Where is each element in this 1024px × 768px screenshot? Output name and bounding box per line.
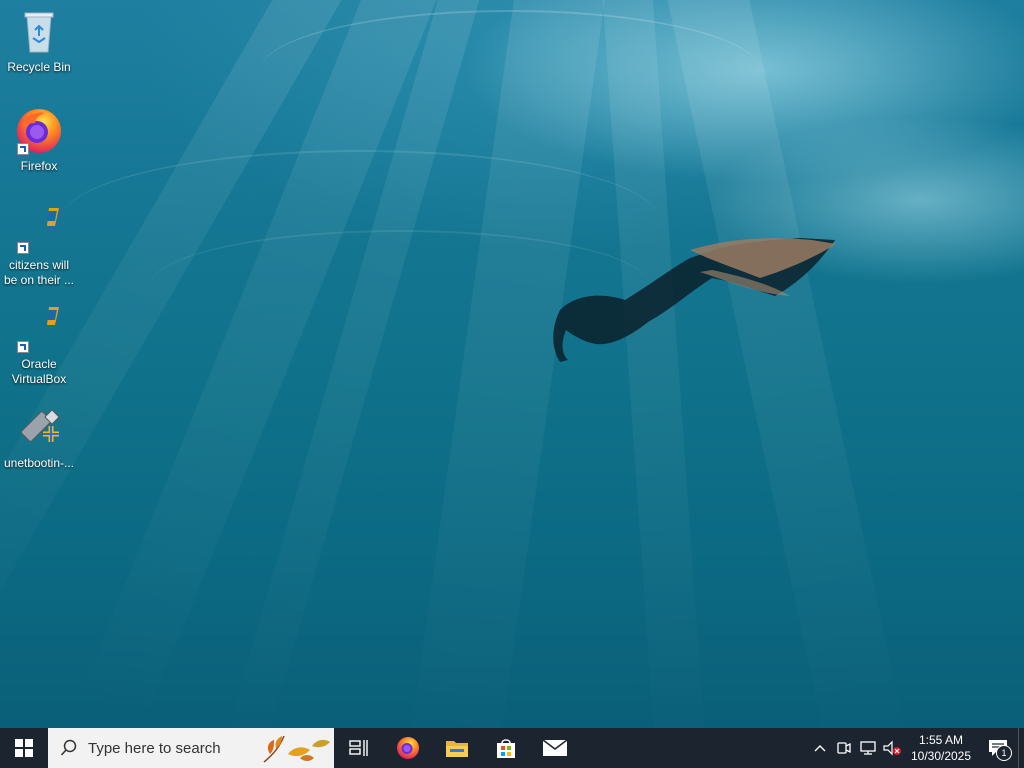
diver-silhouette xyxy=(553,238,836,362)
desktop-icon-label: citizens will be on their ... xyxy=(3,258,75,287)
network-icon xyxy=(860,741,876,755)
tray-network[interactable] xyxy=(856,728,880,768)
desktop-icon-label: Firefox xyxy=(20,159,58,173)
unetbootin-icon xyxy=(13,402,65,454)
mail-icon xyxy=(542,739,567,756)
taskbar-firefox[interactable] xyxy=(383,728,432,768)
firefox-icon xyxy=(396,737,419,759)
volume-muted-icon xyxy=(883,740,901,756)
desktop-icon-label: Oracle VirtualBox xyxy=(11,357,67,386)
virtualbox-icon xyxy=(13,303,65,355)
action-center-button[interactable]: 1 xyxy=(978,728,1018,768)
search-box[interactable]: Type here to search xyxy=(48,728,334,768)
search-placeholder: Type here to search xyxy=(88,739,221,757)
desktop-icon-label: Recycle Bin xyxy=(7,60,71,74)
desktop-icon-unetbootin[interactable]: unetbootin-... xyxy=(1,402,77,471)
show-desktop-button[interactable] xyxy=(1018,728,1024,768)
chevron-up-icon xyxy=(814,745,826,752)
desktop-icon-citizens-vm[interactable]: citizens will be on their ... xyxy=(1,204,77,288)
clock[interactable]: 1:55 AM 10/30/2025 xyxy=(904,732,978,764)
taskbar-task-view[interactable] xyxy=(334,728,383,768)
tray-meet-now[interactable] xyxy=(832,728,856,768)
shortcut-arrow-icon xyxy=(17,143,29,155)
autumn-leaves-icon xyxy=(263,735,330,763)
shortcut-arrow-icon xyxy=(17,341,29,353)
taskbar-microsoft-store[interactable] xyxy=(481,728,530,768)
file-explorer-icon xyxy=(445,741,468,757)
desktop-icon-label: unetbootin-... xyxy=(3,456,75,470)
taskbar: Type here to search 1:55 AM 10/30/2025 1 xyxy=(0,728,1024,768)
desktop-icon-firefox[interactable]: Firefox xyxy=(1,105,77,174)
taskbar-file-explorer[interactable] xyxy=(432,728,481,768)
system-tray: 1:55 AM 10/30/2025 1 xyxy=(808,728,1024,768)
tray-volume[interactable] xyxy=(880,728,904,768)
recycle-bin-icon xyxy=(13,6,65,58)
desktop-wallpaper: Recycle Bin Firefox citizens will be on … xyxy=(0,0,1024,728)
firefox-icon xyxy=(13,105,65,157)
task-view-icon xyxy=(348,740,368,756)
desktop-icon-oracle-virtualbox[interactable]: Oracle VirtualBox xyxy=(1,303,77,387)
store-icon xyxy=(496,739,515,758)
notification-count-badge: 1 xyxy=(996,745,1012,761)
clock-date: 10/30/2025 xyxy=(910,749,972,763)
start-button[interactable] xyxy=(0,728,48,768)
show-hidden-icons-button[interactable] xyxy=(808,728,832,768)
shortcut-arrow-icon xyxy=(17,242,29,254)
search-icon xyxy=(60,739,77,756)
meet-now-icon xyxy=(837,742,851,754)
windows-logo-icon xyxy=(15,739,33,757)
taskbar-mail[interactable] xyxy=(530,728,579,768)
clock-time: 1:55 AM xyxy=(918,733,964,747)
virtualbox-icon xyxy=(13,204,65,256)
desktop-icon-recycle-bin[interactable]: Recycle Bin xyxy=(1,6,77,75)
